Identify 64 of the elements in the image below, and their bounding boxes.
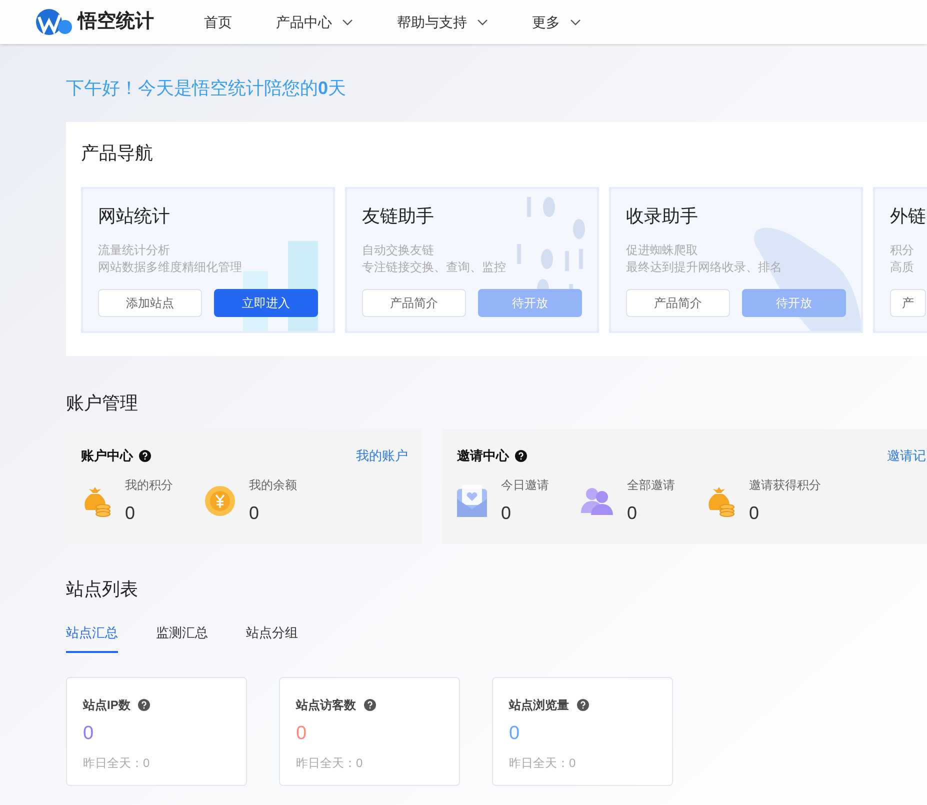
product-description: 自动交换友链 — [362, 242, 435, 259]
product-button[interactable]: 立即进入 — [214, 289, 318, 317]
metric-label: 今日邀请 — [501, 476, 549, 494]
help-icon[interactable] — [577, 698, 589, 710]
brand-name: 悟空统计 — [78, 10, 154, 34]
metric-value: 0 — [125, 502, 136, 524]
greeting-text: 下午好！今天是悟空统计陪您的0天 — [66, 77, 348, 100]
product-title: 外链 — [890, 205, 927, 228]
stat-value: 0 — [83, 722, 95, 746]
people-icon — [581, 487, 613, 515]
stat-footer: 昨日全天：0 — [296, 754, 459, 772]
metric-value: 0 — [627, 502, 638, 524]
nav-link[interactable]: 首页 — [204, 12, 232, 32]
product-title: 网站统计 — [98, 205, 171, 228]
stat-label: 站点访客数 — [296, 696, 356, 714]
metric-value: 0 — [749, 502, 760, 524]
product-description: 高质 — [890, 259, 915, 276]
product-description: 网站数据多维度精细化管理 — [98, 259, 243, 276]
nav-link[interactable]: 更多 — [532, 12, 581, 32]
help-icon[interactable] — [364, 698, 376, 710]
stat-label: 站点IP数 — [83, 696, 130, 714]
product-description: 专注链接交换、查询、监控 — [362, 259, 507, 276]
help-icon[interactable] — [139, 450, 151, 462]
section-title: 产品导航 — [81, 142, 154, 165]
stat-footer: 昨日全天：0 — [83, 754, 246, 772]
panel-title: 邀请中心 — [457, 447, 509, 465]
section-title: 站点列表 — [66, 578, 139, 601]
panel-title: 账户中心 — [81, 447, 133, 465]
chevron-down-icon — [477, 18, 488, 26]
metric-value: 0 — [501, 502, 512, 524]
metric-label: 全部邀请 — [627, 476, 675, 494]
tab[interactable]: 站点汇总 — [66, 623, 118, 652]
product-button[interactable]: 产 — [890, 289, 926, 317]
nav-link[interactable]: 帮助与支持 — [397, 12, 488, 32]
panel-link[interactable]: 邀请记 — [887, 446, 926, 466]
help-icon[interactable] — [515, 450, 527, 462]
chevron-down-icon — [342, 18, 353, 26]
section-title: 账户管理 — [66, 392, 139, 415]
product-description: 最终达到提升网络收录、排名 — [626, 259, 783, 276]
metric-label: 我的余额 — [249, 476, 297, 494]
stat-label: 站点浏览量 — [509, 696, 569, 714]
help-icon[interactable] — [138, 698, 150, 710]
tab[interactable]: 监测汇总 — [156, 623, 208, 652]
product-title: 友链助手 — [362, 205, 435, 228]
stat-footer: 昨日全天：0 — [509, 754, 672, 772]
product-title: 收录助手 — [626, 205, 699, 228]
product-description: 促进蜘蛛爬取 — [626, 242, 699, 259]
product-description: 流量统计分析 — [98, 242, 171, 259]
metric-label: 邀请获得积分 — [749, 476, 821, 494]
stat-value: 0 — [509, 722, 521, 746]
product-button[interactable]: 添加站点 — [98, 289, 202, 317]
metric-label: 我的积分 — [125, 476, 173, 494]
stat-value: 0 — [296, 722, 308, 746]
envelope-heart-icon — [457, 485, 487, 517]
tab[interactable]: 站点分组 — [246, 623, 298, 652]
product-button[interactable]: 产品简介 — [362, 289, 466, 317]
product-button[interactable]: 产品简介 — [626, 289, 730, 317]
yen-coin-icon — [205, 486, 235, 516]
logo-icon — [36, 9, 72, 35]
metric-value: 0 — [249, 502, 260, 524]
nav-link[interactable]: 产品中心 — [276, 12, 353, 32]
chevron-down-icon — [570, 18, 581, 26]
product-description: 积分 — [890, 242, 915, 259]
panel-link[interactable]: 我的账户 — [356, 446, 408, 466]
